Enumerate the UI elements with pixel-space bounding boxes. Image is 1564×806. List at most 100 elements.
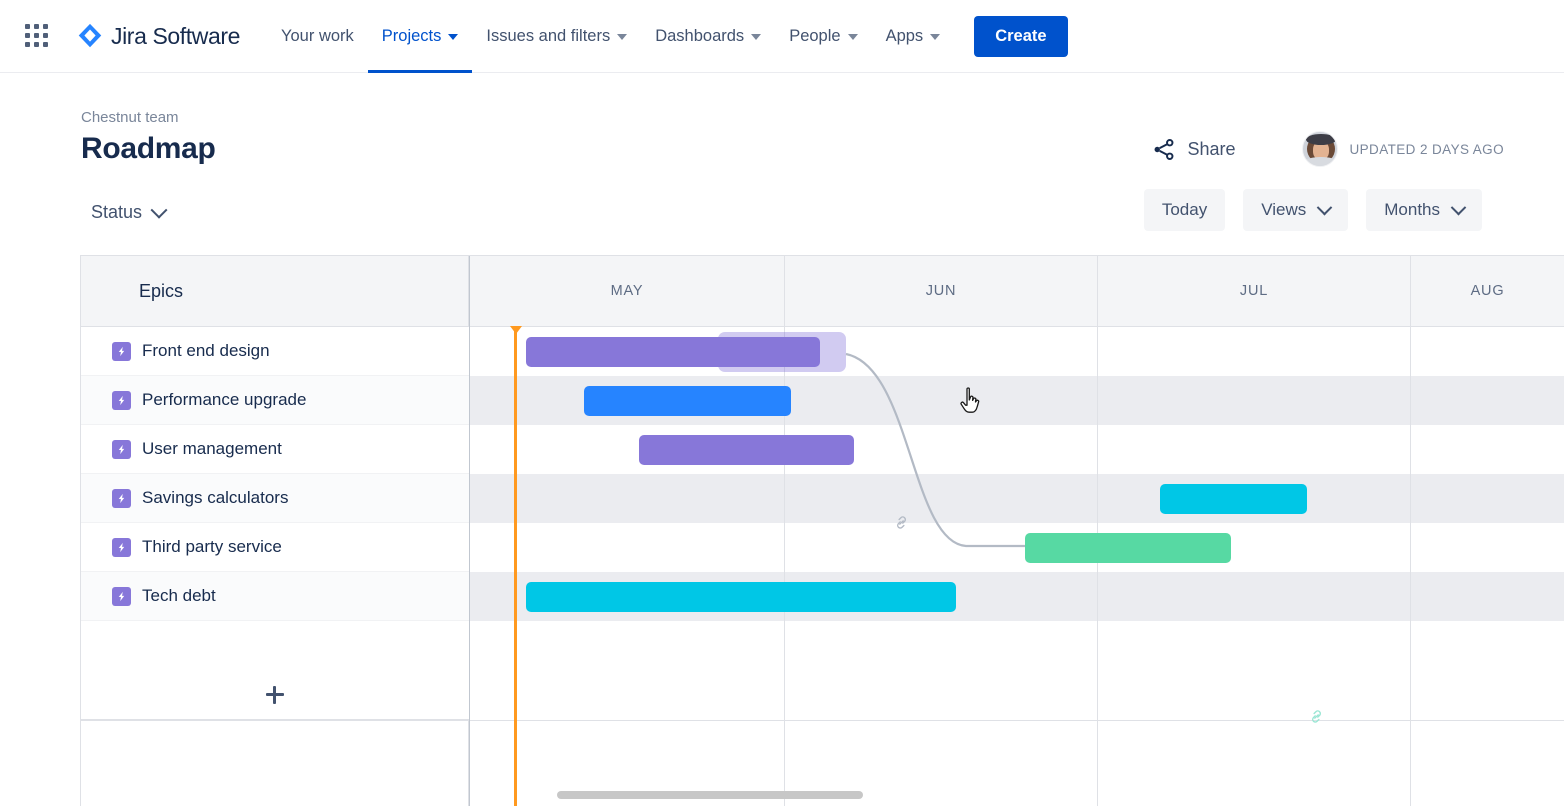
page-header-actions: Share UPDATED 2 DAYS AGO (1143, 131, 1564, 167)
primary-nav-links: Your work Projects Issues and filters Da… (267, 0, 1068, 73)
nav-label: Projects (382, 27, 442, 46)
today-label: Today (1162, 200, 1207, 220)
page-title: Roadmap (81, 132, 216, 166)
chevron-down-icon (448, 34, 458, 40)
epic-row-timeline (470, 474, 1564, 523)
timeline-body: Front end design Performance upgrade User … (81, 327, 1564, 806)
toolbar-right-actions: Today Views Months (1144, 189, 1482, 231)
nav-label: Apps (886, 27, 924, 46)
today-button[interactable]: Today (1144, 189, 1225, 231)
month-header-jun: JUN (785, 256, 1098, 326)
gantt-bar-user-management[interactable] (639, 435, 854, 465)
brand-name: Jira Software (111, 23, 240, 50)
chevron-down-icon (930, 34, 940, 40)
nav-item-your-work[interactable]: Your work (267, 0, 368, 73)
status-filter-dropdown[interactable]: Status (81, 194, 175, 231)
epic-label: Front end design (142, 341, 270, 361)
gantt-bar-front-end-design[interactable] (526, 337, 820, 367)
today-marker-flag-icon (510, 326, 522, 334)
epic-label: Tech debt (142, 586, 216, 606)
epics-column-divider (469, 256, 470, 806)
today-marker-line (514, 327, 517, 806)
epics-column-label: Epics (139, 281, 183, 302)
share-nodes-icon (1151, 137, 1176, 162)
epic-label: Performance upgrade (142, 390, 306, 410)
epic-row-third-party-service[interactable]: Third party service (81, 523, 469, 572)
months-label: Months (1384, 200, 1440, 220)
gantt-bar-tech-debt[interactable] (526, 582, 956, 612)
create-button[interactable]: Create (974, 16, 1067, 57)
month-header-aug: AUG (1411, 256, 1564, 326)
nav-label: People (789, 27, 840, 46)
gantt-bar-third-party-service[interactable] (1025, 533, 1231, 563)
epic-row-savings-calculators[interactable]: Savings calculators (81, 474, 469, 523)
share-button[interactable]: Share (1143, 132, 1243, 167)
nav-item-dashboards[interactable]: Dashboards (641, 0, 775, 73)
epic-bolt-icon (112, 342, 131, 361)
nav-label: Issues and filters (486, 27, 610, 46)
chevron-down-icon (151, 201, 168, 218)
month-label: MAY (611, 283, 644, 299)
breadcrumb[interactable]: Chestnut team (81, 109, 179, 126)
roadmap-toolbar: Status Today Views Months (0, 183, 1564, 255)
month-header-may: MAY (470, 256, 785, 326)
table-row: Third party service (81, 523, 1564, 572)
page-header: Chestnut team Roadmap Share UPDATED 2 DA… (0, 73, 1564, 183)
epic-row-timeline (470, 523, 1564, 572)
share-label: Share (1187, 139, 1235, 160)
epic-label: Savings calculators (142, 488, 288, 508)
epic-bolt-icon (112, 538, 131, 557)
table-row: Performance upgrade (81, 376, 1564, 425)
timeline-empty-left (81, 721, 469, 806)
gantt-bar-performance-upgrade[interactable] (584, 386, 791, 416)
nav-item-apps[interactable]: Apps (872, 0, 955, 73)
month-label: AUG (1471, 283, 1505, 299)
epic-bolt-icon (112, 489, 131, 508)
nav-item-issues-and-filters[interactable]: Issues and filters (472, 0, 641, 73)
month-column-divider (1410, 327, 1411, 806)
avatar[interactable] (1302, 131, 1338, 167)
month-label: JUN (926, 283, 957, 299)
table-row: Savings calculators (81, 474, 1564, 523)
month-header-jul: JUL (1098, 256, 1411, 326)
chevron-down-icon (751, 34, 761, 40)
timeline-header: Epics MAY JUN JUL AUG (81, 256, 1564, 327)
months-dropdown[interactable]: Months (1366, 189, 1482, 231)
epic-row-tech-debt[interactable]: Tech debt (81, 572, 469, 621)
views-label: Views (1261, 200, 1306, 220)
nav-label: Dashboards (655, 27, 744, 46)
epic-bolt-icon (112, 587, 131, 606)
jira-diamond-logo-icon (75, 21, 105, 51)
chevron-down-icon (848, 34, 858, 40)
epic-row-front-end-design[interactable]: Front end design (81, 327, 469, 376)
epic-row-timeline (470, 425, 1564, 474)
gantt-bar-savings-calculators[interactable] (1160, 484, 1307, 514)
epic-row-performance-upgrade[interactable]: Performance upgrade (81, 376, 469, 425)
updated-timestamp: UPDATED 2 DAYS AGO (1350, 142, 1505, 157)
nav-item-projects[interactable]: Projects (368, 0, 473, 73)
epic-row-user-management[interactable]: User management (81, 425, 469, 474)
dependency-link-icon[interactable] (1308, 708, 1325, 730)
month-label: JUL (1240, 283, 1268, 299)
epic-label: Third party service (142, 537, 282, 557)
jira-software-brand[interactable]: Jira Software (75, 21, 240, 51)
epic-bolt-icon (112, 391, 131, 410)
dependency-link-icon[interactable] (893, 514, 910, 536)
views-dropdown[interactable]: Views (1243, 189, 1348, 231)
horizontal-scrollbar[interactable] (557, 791, 863, 799)
chevron-down-icon (617, 34, 627, 40)
epic-bolt-icon (112, 440, 131, 459)
add-epic-row[interactable] (81, 671, 469, 720)
epics-column-header: Epics (81, 256, 469, 326)
top-navigation-bar: Jira Software Your work Projects Issues … (0, 0, 1564, 73)
plus-icon (266, 686, 284, 704)
chevron-down-icon (1317, 199, 1333, 215)
month-column-divider (1097, 327, 1098, 806)
epic-label: User management (142, 439, 282, 459)
status-filter-label: Status (91, 202, 142, 223)
app-switcher-icon[interactable] (23, 22, 51, 50)
avatar-hat (1306, 134, 1336, 145)
roadmap-timeline: Epics MAY JUN JUL AUG Front end design Perfo… (80, 255, 1564, 806)
chevron-down-icon (1451, 199, 1467, 215)
nav-item-people[interactable]: People (775, 0, 871, 73)
